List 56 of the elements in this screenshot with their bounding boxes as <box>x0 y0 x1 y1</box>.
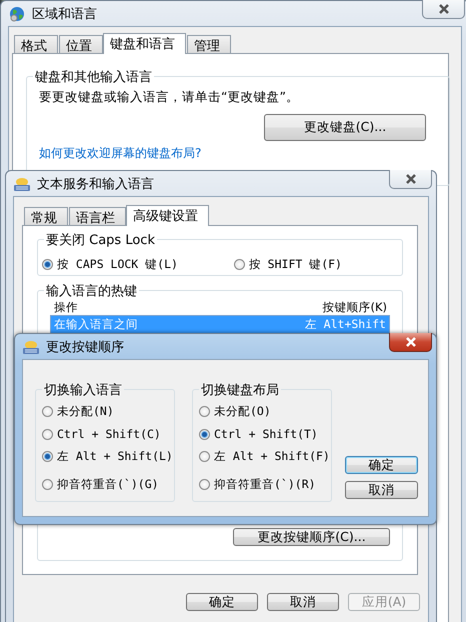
group-title: 输入语言的热键 <box>44 282 139 300</box>
tab[interactable]: 格式 <box>14 35 58 53</box>
row-action: 在输入语言之间 <box>54 317 138 332</box>
tab[interactable]: 高级键设置 <box>126 205 209 226</box>
change-keyboard-button[interactable]: 更改键盘(C)... <box>264 114 426 141</box>
column-header[interactable]: 按键顺序(K) <box>322 300 387 314</box>
radio-label[interactable]: 抑音符重音(`)(G) <box>57 477 159 492</box>
close-icon <box>438 4 450 14</box>
close-button[interactable] <box>389 170 432 189</box>
close-button[interactable] <box>389 333 432 352</box>
instruction-text: 要更改键盘或输入语言，请单击“更改键盘”。 <box>39 89 300 106</box>
row-keys: 左 Alt+Shift <box>304 317 386 332</box>
radio-button[interactable] <box>199 428 210 440</box>
radio-label[interactable]: Ctrl + Shift(C) <box>57 427 161 441</box>
radio-button[interactable] <box>199 479 210 490</box>
close-icon <box>404 174 416 184</box>
tab[interactable]: 键盘和语言 <box>103 33 186 54</box>
group-title: 切换键盘布局 <box>199 381 281 399</box>
radio-button[interactable] <box>42 259 53 270</box>
radio-label[interactable]: 抑音符重音(`)(R) <box>214 477 316 492</box>
column-header[interactable]: 操作 <box>54 300 78 314</box>
radio-button[interactable] <box>234 259 245 270</box>
group-title: 键盘和其他输入语言 <box>33 68 154 86</box>
radio-label[interactable]: 未分配(N) <box>57 404 114 419</box>
radio-label[interactable]: Ctrl + Shift(T) <box>214 427 318 441</box>
radio-label[interactable]: 左 Alt + Shift(F) <box>214 449 330 464</box>
dialog-button[interactable]: 确定 <box>186 593 258 611</box>
keyboard-icon <box>22 338 40 354</box>
radio-button[interactable] <box>42 451 53 462</box>
group-title: 要关闭 Caps Lock <box>44 231 157 249</box>
keyboard-icon <box>13 176 31 192</box>
radio-button[interactable] <box>42 406 53 417</box>
dialog-button[interactable]: 确定 <box>345 456 418 474</box>
radio-button[interactable] <box>42 479 53 490</box>
radio-label[interactable]: 未分配(O) <box>214 404 271 419</box>
dialog-button[interactable]: 取消 <box>267 593 339 611</box>
window-title: 更改按键顺序 <box>46 338 124 356</box>
close-icon <box>404 337 416 347</box>
tab[interactable]: 管理 <box>187 35 231 53</box>
close-button[interactable] <box>422 0 465 19</box>
radio-label[interactable]: 按 SHIFT 键(F) <box>248 257 342 272</box>
group-title: 切换输入语言 <box>42 381 124 399</box>
radio-label[interactable]: 按 CAPS LOCK 键(L) <box>57 257 178 272</box>
radio-button[interactable] <box>199 406 210 417</box>
radio-label[interactable]: 左 Alt + Shift(L) <box>57 449 173 464</box>
tab[interactable]: 语言栏 <box>69 207 126 225</box>
tab[interactable]: 位置 <box>59 35 103 53</box>
window-title: 区域和语言 <box>32 6 97 22</box>
window-title: 文本服务和输入语言 <box>37 176 154 192</box>
radio-button[interactable] <box>199 451 210 462</box>
change-key-sequence-button[interactable]: 更改按键顺序(C)... <box>233 528 390 546</box>
radio-button[interactable] <box>42 428 53 440</box>
globe-icon <box>8 6 26 22</box>
dialog-button[interactable]: 取消 <box>345 481 418 499</box>
tab[interactable]: 常规 <box>24 207 68 225</box>
help-link[interactable]: 如何更改欢迎屏幕的键盘布局? <box>39 146 202 160</box>
